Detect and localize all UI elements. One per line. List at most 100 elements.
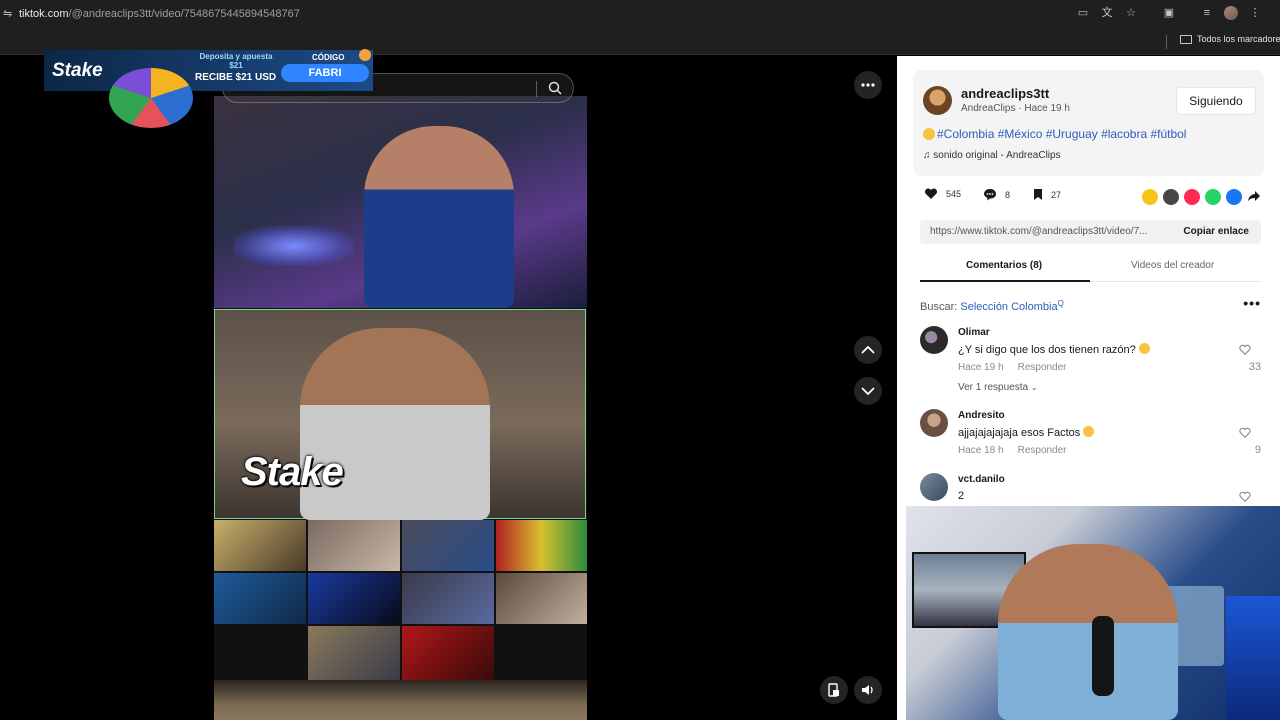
active-tab-indicator <box>920 280 1090 282</box>
comment-text-content: ¿Y si digo que los dos tienen razón? <box>958 344 1136 356</box>
save-count: 27 <box>1051 189 1062 200</box>
comment-text-content: ajjajajajajaja esos Factos <box>958 427 1081 439</box>
comment-like-icon[interactable] <box>1239 427 1251 439</box>
laughing-emoji-icon <box>1083 426 1095 437</box>
crying-emoji-icon <box>1138 343 1150 354</box>
tab-creator-videos[interactable]: Videos del creador <box>1131 260 1214 271</box>
facebook-icon[interactable] <box>1226 189 1242 205</box>
url-host: tiktok.com <box>19 8 69 20</box>
url-field[interactable]: tiktok.com/@andreaclips3tt/video/7548675… <box>19 8 300 20</box>
author-subline: AndreaClips · Hace 19 h <box>961 103 1070 114</box>
reply-button[interactable]: Responder <box>1018 445 1067 456</box>
participant-tile <box>308 626 400 680</box>
send-to-friends-icon[interactable] <box>1184 189 1200 205</box>
panel-tabs: Comentarios (8) Videos del creador <box>920 252 1261 282</box>
comment-like-count: 33 <box>1248 361 1261 373</box>
sound-link[interactable]: ♫ sonido original - AndreaClips <box>923 150 1061 161</box>
next-video-button[interactable] <box>854 377 882 405</box>
search-label: Buscar: <box>920 301 958 313</box>
participant-tile <box>214 573 306 624</box>
comment-avatar[interactable] <box>920 326 948 354</box>
whatsapp-icon[interactable] <box>1205 189 1221 205</box>
stake-ad-banner[interactable]: Stake Deposita y apuesta $21 RECIBE $21 … <box>44 49 373 128</box>
participant-tile <box>496 573 587 624</box>
author-handle[interactable]: andreaclips3tt <box>961 86 1049 101</box>
author-avatar[interactable] <box>923 86 952 115</box>
search-divider <box>536 81 537 97</box>
comment-search-suggestion[interactable]: Buscar: Selección ColombiaQ <box>920 299 1064 313</box>
comment-text: ajjajajajajaja esos Factos <box>958 426 1095 439</box>
embed-icon[interactable] <box>1163 189 1179 205</box>
comment-username[interactable]: vct.danilo <box>958 474 1005 485</box>
comment-icon <box>984 189 996 201</box>
search-icon[interactable] <box>548 81 562 95</box>
star-icon[interactable]: ☆ <box>1124 6 1138 20</box>
save-action[interactable]: 27 <box>1033 188 1061 201</box>
comment-count: 8 <box>1005 189 1011 200</box>
music-note-icon: ♫ <box>923 150 934 161</box>
video-caption: #Colombia #México #Uruguay #lacobra #fút… <box>923 127 1186 141</box>
video-bottom-strip <box>214 680 587 720</box>
volume-button[interactable] <box>854 676 882 704</box>
comment-text: ¿Y si digo que los dos tienen razón? <box>958 343 1150 356</box>
site-info-icon[interactable]: ⇋ <box>3 7 17 21</box>
comment-avatar[interactable] <box>920 473 948 501</box>
share-arrow-icon[interactable] <box>1247 189 1261 203</box>
comment-meta: Hace 19 h Responder <box>958 362 1067 373</box>
repost-icon[interactable] <box>1142 189 1158 205</box>
led-light <box>234 226 354 266</box>
extensions-icon[interactable]: ▣ <box>1162 6 1176 20</box>
miniplayer-button[interactable] <box>820 676 848 704</box>
view-replies-label: Ver 1 respuesta <box>958 382 1029 393</box>
video-frame[interactable]: Stake <box>214 96 587 720</box>
chevron-down-icon <box>861 387 875 395</box>
install-app-icon[interactable]: ▭ <box>1076 6 1090 20</box>
stake-ad-logo: Stake <box>52 59 103 81</box>
like-count: 545 <box>946 189 962 199</box>
author-display-name[interactable]: AndreaClips <box>961 103 1015 114</box>
view-replies-link[interactable]: Ver 1 respuesta ⌄ <box>958 382 1038 393</box>
reply-button[interactable]: Responder <box>1018 362 1067 373</box>
chevron-up-icon <box>861 346 875 354</box>
comment-time: Hace 18 h <box>958 445 1004 456</box>
like-action[interactable]: 545 <box>924 188 961 200</box>
ad-promo-line: Deposita y apuesta $21 <box>199 52 273 70</box>
previous-video-button[interactable] <box>854 336 882 364</box>
media-controls-icon[interactable]: ≡ <box>1200 6 1214 20</box>
url-path: /@andreaclips3tt/video/75486754458945487… <box>68 8 300 20</box>
heart-icon <box>924 188 938 199</box>
comment-like-icon[interactable] <box>1239 491 1251 503</box>
streamer-cam-top <box>214 96 587 308</box>
participant-tile <box>496 520 587 571</box>
copy-link-button[interactable]: Copiar enlace <box>1183 226 1249 237</box>
profile-avatar-icon[interactable] <box>1224 6 1238 20</box>
bookmarks-folder-label: Todos los marcadores <box>1197 34 1280 44</box>
share-link-box: https://www.tiktok.com/@andreaclips3tt/v… <box>920 220 1261 244</box>
participant-tile <box>402 626 494 680</box>
translate-icon[interactable]: 文 <box>1100 6 1114 20</box>
following-button[interactable]: Siguiendo <box>1176 87 1256 115</box>
comments-more-icon[interactable]: ••• <box>1243 295 1261 311</box>
folder-icon <box>1180 34 1192 44</box>
share-link-text[interactable]: https://www.tiktok.com/@andreaclips3tt/v… <box>930 226 1147 237</box>
comment-action[interactable]: 8 <box>983 188 1010 201</box>
browser-toolbar-icons: ▭ 文 ☆ ▣ ≡ ⋮ <box>1076 6 1262 20</box>
comment-search-row: Buscar: Selección ColombiaQ ••• <box>920 295 1261 313</box>
comment-username[interactable]: Andresito <box>958 410 1005 421</box>
share-options <box>1142 189 1261 205</box>
facecam-streamer <box>998 544 1178 720</box>
comment-like-icon[interactable] <box>1239 344 1251 356</box>
bookmarks-folder[interactable]: Todos los marcadores <box>1180 34 1280 44</box>
prize-wheel-icon <box>108 68 193 128</box>
video-player-area[interactable]: Stake Stake Deposita y apuesta $21 RECIB… <box>0 49 897 720</box>
screen: ⇋ tiktok.com/@andreaclips3tt/video/75486… <box>0 0 1280 720</box>
tab-comments[interactable]: Comentarios (8) <box>966 260 1042 271</box>
more-options-button[interactable] <box>854 71 882 99</box>
crying-emoji-icon <box>923 128 935 140</box>
comment-username[interactable]: Olimar <box>958 327 990 338</box>
menu-dots-icon[interactable]: ⋮ <box>1248 6 1262 20</box>
stake-watermark: Stake <box>241 450 344 494</box>
sound-title: sonido original - AndreaClips <box>933 150 1061 161</box>
caption-hashtags[interactable]: #Colombia #México #Uruguay #lacobra #fút… <box>937 127 1186 141</box>
comment-avatar[interactable] <box>920 409 948 437</box>
